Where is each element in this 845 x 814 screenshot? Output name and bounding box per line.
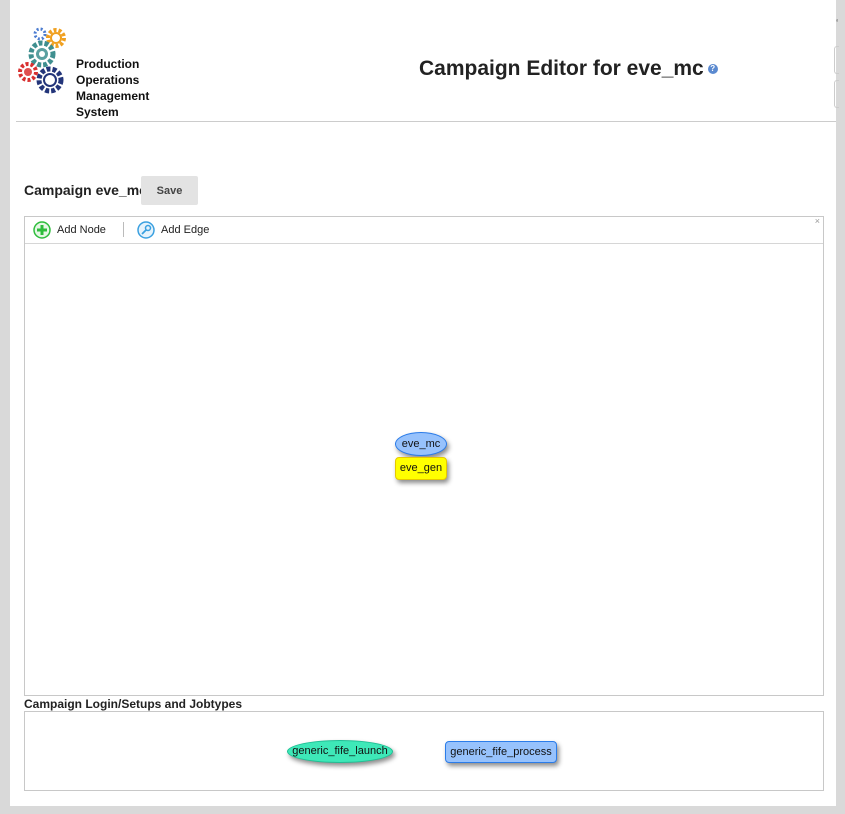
side-button-bottom[interactable] xyxy=(834,80,839,108)
logo-text: Production Operations Management System xyxy=(76,56,149,120)
jobtype-node[interactable]: generic_fife_process xyxy=(445,741,557,763)
jobtype-node[interactable]: generic_fife_launch xyxy=(287,740,393,763)
campaign-label: Campaign eve_mc xyxy=(24,182,147,198)
connect-icon xyxy=(137,221,155,239)
add-edge-button[interactable]: Add Edge xyxy=(137,221,209,239)
header-divider xyxy=(16,121,836,122)
campaign-graph-editor[interactable]: Add Node Add Edge × eve_mc eve_gen xyxy=(24,216,824,696)
help-icon[interactable]: ? xyxy=(707,64,718,75)
add-edge-label: Add Edge xyxy=(161,224,210,236)
jobtypes-palette[interactable]: generic_fife_launch generic_fife_process xyxy=(24,711,824,791)
logo-line: Operations xyxy=(76,73,140,87)
add-node-button[interactable]: Add Node xyxy=(33,221,106,239)
jobtypes-section-label: Campaign Login/Setups and Jobtypes xyxy=(24,697,243,711)
menu-indicator-icon: ‘ xyxy=(836,18,839,29)
editor-toolbar: Add Node Add Edge × xyxy=(25,216,823,244)
close-icon[interactable]: × xyxy=(815,216,820,226)
toolbar-separator xyxy=(123,222,124,237)
plus-circle-icon xyxy=(33,221,51,239)
pom-logo[interactable]: Production Operations Management System xyxy=(18,26,149,119)
page-title: Campaign Editor for eve_mc? xyxy=(419,57,718,81)
save-button[interactable]: Save xyxy=(141,176,198,205)
page-title-text: Campaign Editor for eve_mc xyxy=(419,57,704,80)
graph-node[interactable]: eve_mc xyxy=(395,432,447,456)
page: Production Operations Management System … xyxy=(10,0,839,806)
side-button-top[interactable] xyxy=(834,46,839,74)
logo-line: Production xyxy=(76,57,140,71)
gears-logo-icon xyxy=(18,27,66,94)
add-node-label: Add Node xyxy=(57,224,106,236)
logo-line: System xyxy=(76,105,119,119)
graph-node[interactable]: eve_gen xyxy=(395,457,447,480)
logo-line: Management xyxy=(76,89,150,103)
